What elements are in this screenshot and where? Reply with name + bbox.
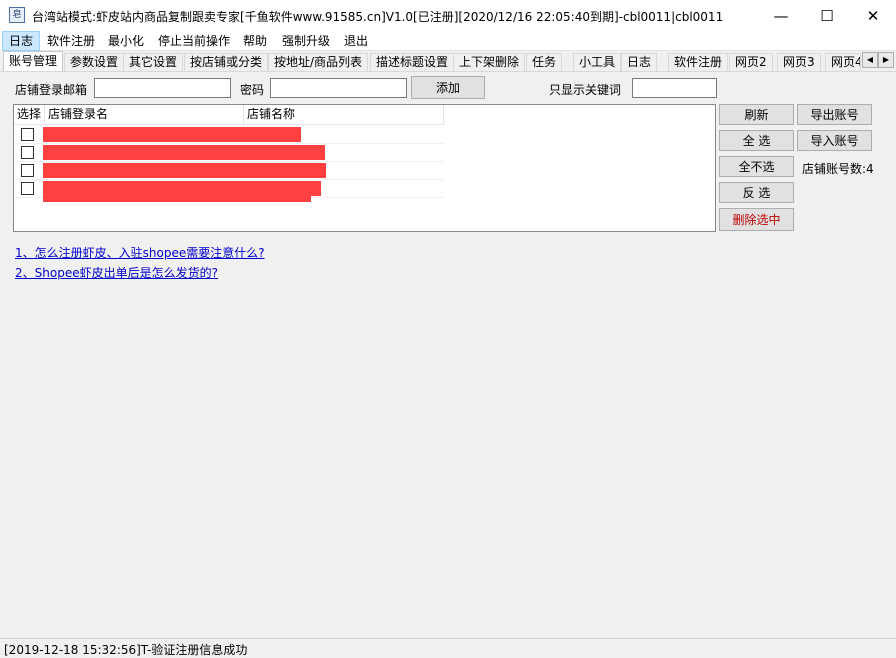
- account-count-label: 店铺账号数:: [802, 162, 867, 176]
- redacted-text: [43, 163, 326, 178]
- table-row[interactable]: [14, 126, 444, 144]
- column-login[interactable]: 店铺登录名: [45, 105, 244, 125]
- tab-by-address[interactable]: 按地址/商品列表: [268, 53, 369, 72]
- account-count: 店铺账号数:4: [802, 160, 874, 177]
- status-message: [2019-12-18 15:32:56]T-验证注册信息成功: [4, 643, 248, 657]
- menu-force-upgrade[interactable]: 强制升级: [276, 31, 336, 51]
- menu-help[interactable]: 帮助: [237, 31, 273, 51]
- select-none-button[interactable]: 全不选: [719, 156, 794, 177]
- status-bar: [2019-12-18 15:32:56]T-验证注册信息成功: [0, 638, 896, 657]
- account-list[interactable]: 选择 店铺登录名 店铺名称: [13, 104, 716, 232]
- tab-scroll-right-icon[interactable]: ▶: [878, 52, 894, 68]
- menu-exit[interactable]: 退出: [338, 31, 374, 51]
- menu-register[interactable]: 软件注册: [41, 31, 101, 51]
- email-label: 店铺登录邮箱: [15, 83, 88, 97]
- help-link-shipping[interactable]: 2、Shopee虾皮出单后是怎么发货的?: [15, 264, 218, 281]
- tab-web3[interactable]: 网页3: [777, 53, 821, 72]
- tab-web2[interactable]: 网页2: [729, 53, 773, 72]
- delete-selected-button[interactable]: 删除选中: [719, 208, 794, 231]
- minimize-button[interactable]: —: [758, 0, 804, 31]
- tab-other[interactable]: 其它设置: [123, 53, 184, 72]
- tab-strip: 账号管理 参数设置 其它设置 按店铺或分类 按地址/商品列表 描述标题设置 上下…: [0, 51, 896, 72]
- export-accounts-button[interactable]: 导出账号: [797, 104, 872, 125]
- password-input[interactable]: [270, 78, 407, 98]
- menu-minimize[interactable]: 最小化: [102, 31, 150, 51]
- menu-stop[interactable]: 停止当前操作: [152, 31, 236, 51]
- tab-by-shop[interactable]: 按店铺或分类: [184, 53, 269, 72]
- select-all-button[interactable]: 全 选: [719, 130, 794, 151]
- tab-log[interactable]: 日志: [621, 53, 658, 72]
- tab-scroll-left-icon[interactable]: ◀: [862, 52, 878, 68]
- tab-params[interactable]: 参数设置: [64, 53, 125, 72]
- invert-selection-button[interactable]: 反 选: [719, 182, 794, 203]
- table-row[interactable]: [14, 144, 444, 162]
- close-button[interactable]: ✕: [850, 0, 896, 31]
- table-row[interactable]: [14, 162, 444, 180]
- refresh-button[interactable]: 刷新: [719, 104, 794, 125]
- row-checkbox[interactable]: [21, 146, 34, 159]
- row-checkbox[interactable]: [21, 182, 34, 195]
- tab-web4[interactable]: 网页4: [825, 53, 861, 72]
- account-count-value: 4: [866, 162, 874, 176]
- keyword-input[interactable]: [632, 78, 717, 98]
- maximize-button[interactable]: ☐: [804, 0, 850, 31]
- tab-task[interactable]: 任务: [526, 53, 563, 72]
- redacted-text: [43, 189, 311, 202]
- column-select[interactable]: 选择: [14, 105, 45, 125]
- row-checkbox[interactable]: [21, 128, 34, 141]
- app-icon: 皂: [9, 7, 25, 23]
- keyword-label: 只显示关键词: [549, 83, 622, 97]
- help-link-register[interactable]: 1、怎么注册虾皮、入驻shopee需要注意什么?: [15, 244, 265, 261]
- redacted-text: [43, 127, 301, 142]
- password-label: 密码: [240, 83, 265, 97]
- email-input[interactable]: [94, 78, 231, 98]
- list-header: 选择 店铺登录名 店铺名称: [14, 105, 444, 125]
- title-bar: 皂 台湾站模式:虾皮站内商品复制跟卖专家[千鱼软件www.91585.cn]V1…: [0, 0, 896, 31]
- menu-log[interactable]: 日志: [2, 31, 41, 51]
- column-shop-name[interactable]: 店铺名称: [244, 105, 444, 125]
- window-title: 台湾站模式:虾皮站内商品复制跟卖专家[千鱼软件www.91585.cn]V1.0…: [32, 10, 724, 24]
- tab-register[interactable]: 软件注册: [668, 53, 729, 72]
- tab-tools[interactable]: 小工具: [573, 53, 622, 72]
- redacted-text: [43, 145, 325, 160]
- table-row[interactable]: [14, 180, 444, 202]
- add-button[interactable]: 添加: [411, 76, 485, 99]
- menu-bar: 日志 软件注册 最小化 停止当前操作 帮助 强制升级 退出: [0, 31, 896, 51]
- tab-shelf[interactable]: 上下架删除: [453, 53, 526, 72]
- row-checkbox[interactable]: [21, 164, 34, 177]
- import-accounts-button[interactable]: 导入账号: [797, 130, 872, 151]
- tab-description[interactable]: 描述标题设置: [370, 53, 455, 72]
- tab-account[interactable]: 账号管理: [3, 51, 64, 72]
